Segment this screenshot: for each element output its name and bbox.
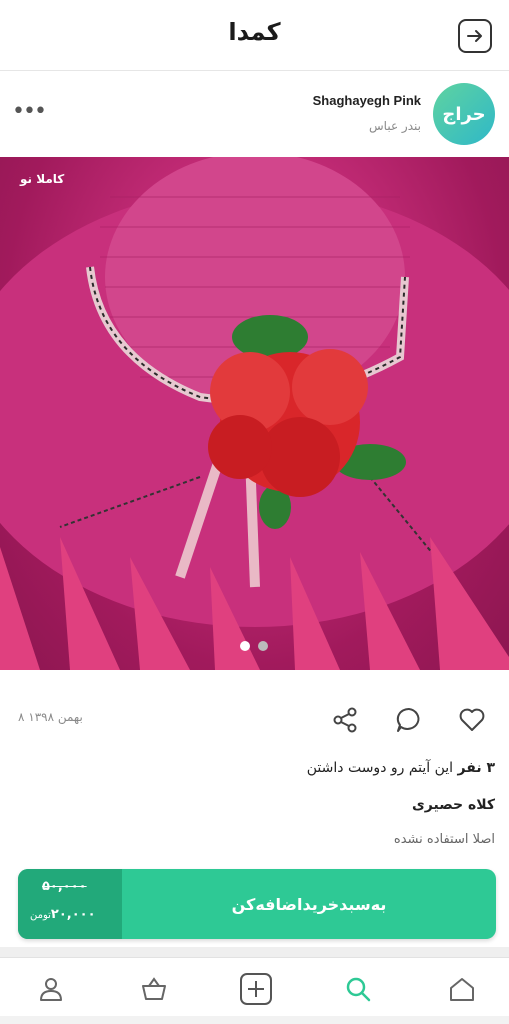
likes-count: ۳ نفر xyxy=(457,760,495,776)
old-price: ۵۰,۰۰۰ xyxy=(42,879,87,894)
add-to-cart-bar[interactable]: ۵۰,۰۰۰ ۲۰,۰۰۰تومن به‌سبد‌خرید‌اضافه‌کن xyxy=(18,869,496,939)
nav-basket[interactable] xyxy=(137,972,171,1006)
system-strip xyxy=(0,1016,509,1024)
arrow-right-icon xyxy=(467,30,482,42)
carousel-dot-active[interactable] xyxy=(240,641,250,651)
like-button[interactable] xyxy=(456,704,488,736)
seller-row[interactable]: حراج Shaghayegh Pink بندر عباس ••• xyxy=(0,71,509,157)
heart-icon xyxy=(459,708,485,731)
currency: تومن xyxy=(30,910,51,921)
item-title: کلاه حصیری xyxy=(411,797,495,813)
likes-line[interactable]: ۳ نفر این آیتم رو دوست داشتن xyxy=(307,760,495,776)
search-icon xyxy=(346,977,371,1002)
back-button[interactable] xyxy=(458,19,492,53)
bottom-navigation xyxy=(0,957,509,1024)
new-price-row: ۲۰,۰۰۰تومن xyxy=(30,907,96,922)
product-photo[interactable]: کاملا نو xyxy=(0,157,509,670)
app-logo: کمدا xyxy=(228,18,281,46)
likes-text: این آیتم رو دوست داشتن xyxy=(306,760,454,776)
new-price: ۲۰,۰۰۰ xyxy=(50,907,96,922)
add-to-cart-button[interactable]: به‌سبد‌خرید‌اضافه‌کن xyxy=(122,869,496,939)
share-icon xyxy=(333,707,357,733)
carousel-dots[interactable] xyxy=(240,641,268,651)
basket-icon xyxy=(142,977,166,1000)
home-icon xyxy=(450,978,474,1001)
actions-row: ۸ بهمن ۱۳۹۸ xyxy=(0,690,509,750)
share-button[interactable] xyxy=(329,704,361,736)
comment-icon xyxy=(396,707,420,732)
nav-profile[interactable] xyxy=(34,972,68,1006)
section-divider xyxy=(0,947,509,957)
seller-avatar[interactable]: حراج xyxy=(433,83,495,145)
nav-home[interactable] xyxy=(445,972,479,1006)
hat-illustration xyxy=(0,157,509,670)
more-dots-icon[interactable]: ••• xyxy=(12,99,47,124)
price-box: ۵۰,۰۰۰ ۲۰,۰۰۰تومن xyxy=(18,869,122,939)
seller-name[interactable]: Shaghayegh Pink xyxy=(313,93,421,108)
item-description: اصلا استفاده نشده xyxy=(393,832,495,847)
app-header: کمدا xyxy=(0,0,509,71)
post-date: ۸ بهمن ۱۳۹۸ xyxy=(18,710,83,724)
seller-city: بندر عباس xyxy=(369,119,421,133)
carousel-dot[interactable] xyxy=(258,641,268,651)
nav-add[interactable] xyxy=(239,972,273,1006)
condition-badge: کاملا نو xyxy=(20,172,65,186)
nav-search[interactable] xyxy=(341,972,375,1006)
add-icon xyxy=(240,973,272,1005)
comment-button[interactable] xyxy=(393,704,425,736)
profile-icon xyxy=(40,978,62,1001)
